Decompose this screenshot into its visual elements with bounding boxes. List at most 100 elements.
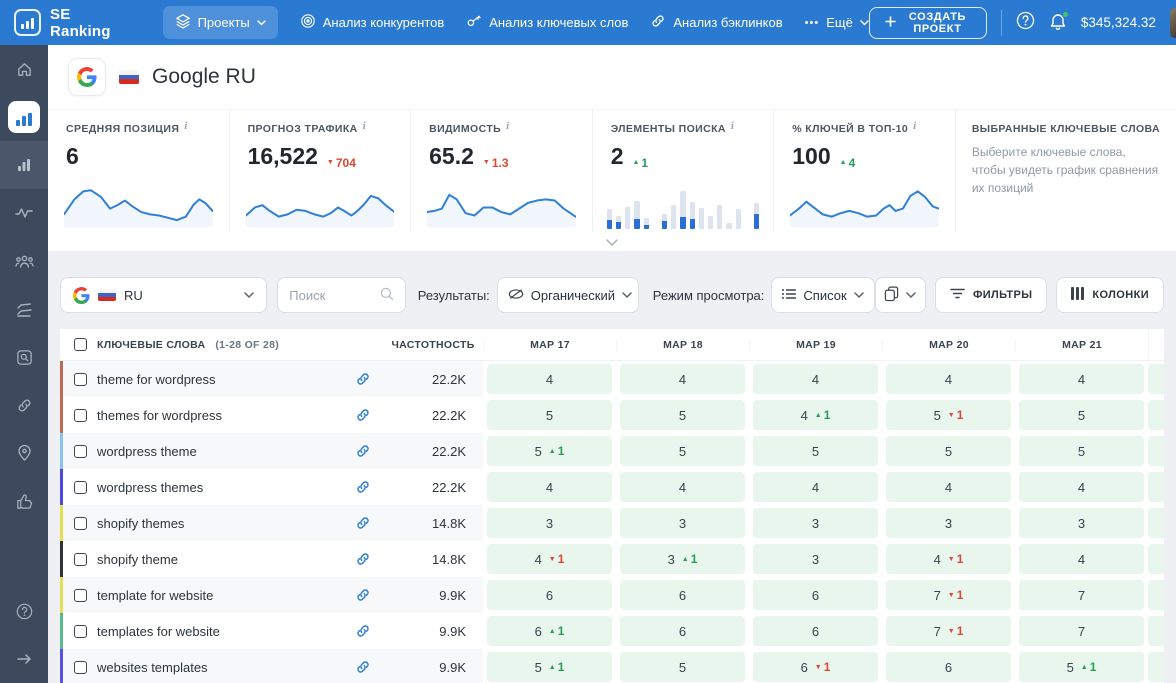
position-cell[interactable]: 4: [882, 469, 1015, 505]
card-visibility[interactable]: ВИДИМОСТЬ i 65.2 ▼ 1.3: [410, 110, 592, 232]
nav-projects[interactable]: Проекты: [162, 6, 278, 39]
row-checkbox[interactable]: [74, 624, 87, 638]
position-cell[interactable]: 7: [1015, 613, 1148, 649]
position-cell[interactable]: 7 ▼ 1: [882, 577, 1015, 613]
table-row[interactable]: template for website 9.9K 6 6 6 7 ▼ 1 7: [60, 577, 1164, 613]
ranked-url-link-icon[interactable]: [355, 371, 371, 387]
position-cell[interactable]: 6 ▼ 1: [749, 649, 882, 683]
table-row[interactable]: wordpress themes 22.2K 44444: [60, 469, 1164, 505]
sidebar-item-serp-features[interactable]: [0, 285, 48, 333]
panel-collapse-toggle[interactable]: [48, 232, 1176, 251]
row-checkbox[interactable]: [74, 444, 87, 458]
ranked-url-link-icon[interactable]: [355, 407, 371, 423]
position-cell[interactable]: 5 ▲ 1: [483, 433, 616, 469]
date-column-header[interactable]: МАР 18: [616, 338, 749, 351]
position-cell[interactable]: 6: [616, 577, 749, 613]
table-row[interactable]: shopify theme 14.8K 4 ▼ 1 3 ▲ 1 3 4 ▼ 1 4: [60, 541, 1164, 577]
row-checkbox[interactable]: [74, 408, 87, 422]
card-serp-features[interactable]: ЭЛЕМЕНТЫ ПОИСКА i 2 ▲ 1: [591, 110, 774, 232]
sidebar-item-local[interactable]: [0, 429, 48, 477]
position-cell[interactable]: 7 ▼ 1: [882, 613, 1015, 649]
position-cell[interactable]: 4: [483, 469, 616, 505]
position-cell[interactable]: 4: [749, 361, 882, 397]
row-checkbox[interactable]: [74, 480, 87, 494]
filters-button[interactable]: ФИЛЬТРЫ: [934, 277, 1048, 313]
user-avatar[interactable]: [1169, 7, 1176, 38]
position-cell[interactable]: 4: [483, 361, 616, 397]
view-mode-dropdown[interactable]: Список: [771, 277, 875, 313]
keyword-search-input[interactable]: Поиск: [277, 277, 406, 313]
columns-button[interactable]: КОЛОНКИ: [1056, 277, 1165, 313]
row-checkbox[interactable]: [74, 516, 87, 530]
sidebar-item-analytics[interactable]: [0, 141, 48, 189]
row-checkbox[interactable]: [74, 588, 87, 602]
sidebar-collapse-toggle[interactable]: [0, 635, 48, 683]
position-cell[interactable]: 5: [616, 397, 749, 433]
table-row[interactable]: wordpress theme 22.2K 5 ▲ 1 5 5 5 5: [60, 433, 1164, 469]
position-cell[interactable]: 4: [749, 469, 882, 505]
sidebar-item-competitors[interactable]: [0, 237, 48, 285]
position-cell[interactable]: 6: [616, 613, 749, 649]
position-cell[interactable]: 4 ▲ 1: [749, 397, 882, 433]
position-cell[interactable]: 5: [749, 433, 882, 469]
position-cell[interactable]: 6: [749, 613, 882, 649]
row-checkbox[interactable]: [74, 660, 87, 674]
date-column-header[interactable]: МАР 20: [882, 338, 1015, 351]
account-balance[interactable]: $345,324.32: [1081, 15, 1156, 30]
sidebar-item-home[interactable]: [0, 45, 48, 93]
ranked-url-link-icon[interactable]: [355, 623, 371, 639]
table-row[interactable]: shopify themes 14.8K 33333: [60, 505, 1164, 541]
row-checkbox[interactable]: [74, 552, 87, 566]
table-row[interactable]: websites templates 9.9K 5 ▲ 1 5 6 ▼ 1 6 5 ▲ 1: [60, 649, 1164, 683]
position-cell[interactable]: 5 ▲ 1: [1015, 649, 1148, 683]
nav-backlink-analysis[interactable]: Анализ бэклинков: [650, 13, 783, 32]
position-cell[interactable]: 5 ▲ 1: [483, 649, 616, 683]
position-cell[interactable]: 5 ▼ 1: [882, 397, 1015, 433]
position-cell[interactable]: 4: [1015, 469, 1148, 505]
sidebar-item-help[interactable]: [0, 587, 48, 635]
position-cell[interactable]: 5: [616, 433, 749, 469]
help-icon[interactable]: [1016, 11, 1035, 35]
frequency-column-header[interactable]: ЧАСТОТНОСТЬ: [383, 339, 483, 351]
position-cell[interactable]: 6 ▲ 1: [483, 613, 616, 649]
sidebar-item-backlinks[interactable]: [0, 381, 48, 429]
position-cell[interactable]: 4 ▼ 1: [483, 541, 616, 577]
position-cell[interactable]: 3: [749, 541, 882, 577]
table-row[interactable]: templates for website 9.9K 6 ▲ 1 6 6 7 ▼ 1 7: [60, 613, 1164, 649]
sidebar-item-rankings-active[interactable]: [0, 93, 48, 141]
position-cell[interactable]: 3: [483, 505, 616, 541]
select-all-checkbox[interactable]: [74, 338, 87, 351]
date-column-header[interactable]: МАР 17: [483, 338, 616, 351]
position-cell[interactable]: 6: [882, 649, 1015, 683]
position-cell[interactable]: 4: [882, 361, 1015, 397]
nav-more[interactable]: ••• Ещё: [805, 15, 869, 30]
position-cell[interactable]: 3 ▲ 1: [616, 541, 749, 577]
date-column-header[interactable]: МАР 21: [1015, 338, 1148, 351]
position-cell[interactable]: 5: [616, 649, 749, 683]
date-column-header[interactable]: МАР 19: [749, 338, 882, 351]
copy-export-button[interactable]: [874, 277, 926, 313]
card-average-position[interactable]: СРЕДНЯЯ ПОЗИЦИЯ i 6: [48, 110, 229, 232]
position-cell[interactable]: 5: [1015, 397, 1148, 433]
ranked-url-link-icon[interactable]: [355, 515, 371, 531]
results-type-dropdown[interactable]: Органический: [496, 277, 639, 313]
notifications-bell-icon[interactable]: [1049, 11, 1069, 32]
sidebar-item-traffic[interactable]: [0, 189, 48, 237]
ranked-url-link-icon[interactable]: [355, 587, 371, 603]
ranked-url-link-icon[interactable]: [355, 659, 371, 675]
ranked-url-link-icon[interactable]: [355, 443, 371, 459]
position-cell[interactable]: 4: [1015, 541, 1148, 577]
nav-keyword-analysis[interactable]: Анализ ключевых слов: [466, 13, 628, 32]
position-cell[interactable]: 3: [1015, 505, 1148, 541]
row-checkbox[interactable]: [74, 372, 87, 386]
sidebar-item-social[interactable]: [0, 477, 48, 525]
table-row[interactable]: theme for wordpress 22.2K 44444: [60, 361, 1164, 397]
position-cell[interactable]: 4 ▼ 1: [882, 541, 1015, 577]
ranked-url-link-icon[interactable]: [355, 551, 371, 567]
position-cell[interactable]: 3: [749, 505, 882, 541]
search-engine-dropdown[interactable]: RU: [60, 277, 268, 313]
nav-competitor-analysis[interactable]: Анализ конкурентов: [300, 13, 444, 32]
position-cell[interactable]: 4: [616, 361, 749, 397]
position-cell[interactable]: 5: [1015, 433, 1148, 469]
card-traffic-forecast[interactable]: ПРОГНОЗ ТРАФИКА i 16,522 ▼ 704: [228, 110, 411, 232]
